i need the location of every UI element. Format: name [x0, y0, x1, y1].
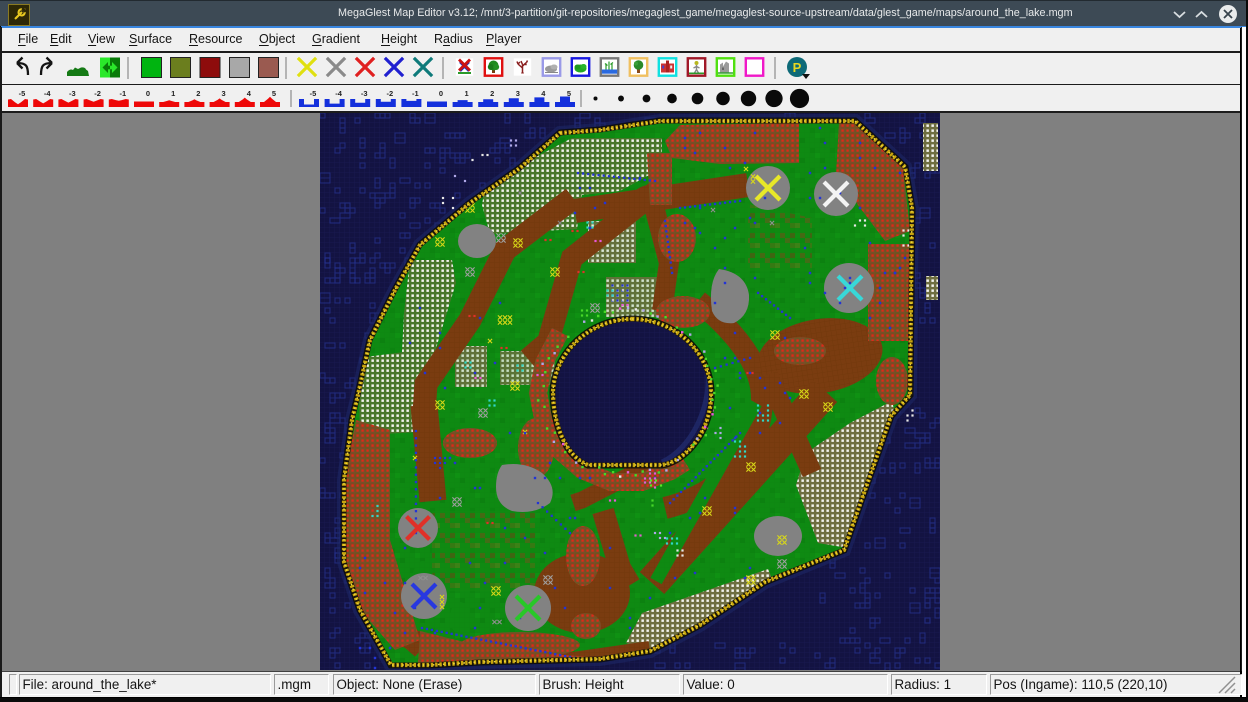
svg-text:4: 4	[541, 89, 546, 98]
svg-text:-2: -2	[94, 89, 101, 98]
svg-text:-5: -5	[310, 89, 317, 98]
svg-text:3: 3	[222, 89, 226, 98]
svg-text:0: 0	[146, 89, 150, 98]
svg-text:-1: -1	[412, 89, 419, 98]
svg-text:4: 4	[247, 89, 252, 98]
svg-text:-3: -3	[69, 89, 76, 98]
svg-text:P: P	[793, 60, 802, 75]
svg-text:-4: -4	[44, 89, 51, 98]
svg-text:2: 2	[490, 89, 494, 98]
svg-text:1: 1	[171, 89, 175, 98]
svg-text:-3: -3	[361, 89, 368, 98]
svg-text:1: 1	[465, 89, 469, 98]
svg-text:-4: -4	[335, 89, 342, 98]
svg-text:3: 3	[516, 89, 520, 98]
svg-text:0: 0	[439, 89, 443, 98]
svg-text:5: 5	[272, 89, 276, 98]
svg-text:-1: -1	[119, 89, 126, 98]
svg-text:-2: -2	[386, 89, 393, 98]
svg-text:-5: -5	[19, 89, 26, 98]
svg-text:2: 2	[196, 89, 200, 98]
